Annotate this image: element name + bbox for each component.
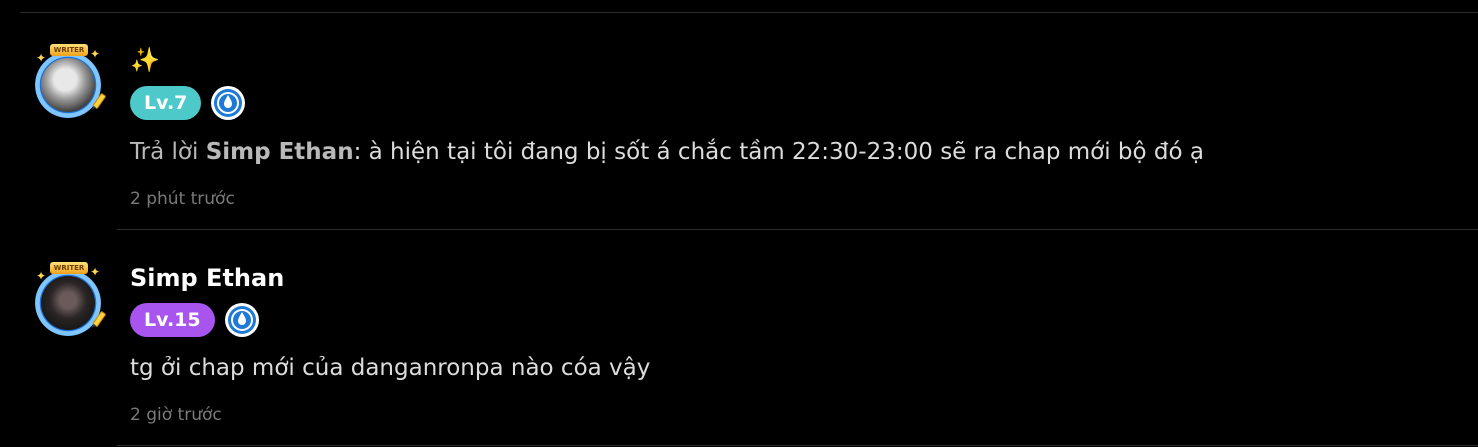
- star-icon: ✦: [90, 47, 101, 61]
- comment-body: à hiện tại tôi đang bị sốt á chắc tầm 22…: [361, 139, 1204, 165]
- comment-divider: [117, 445, 1478, 446]
- badge-row: Lv.15: [130, 302, 259, 338]
- reply-prefix: Trả lời: [130, 139, 199, 165]
- avatar-image: [41, 58, 95, 112]
- comment-timestamp: 2 phút trước: [130, 189, 235, 209]
- droplet-rank-icon: [211, 86, 246, 120]
- avatar[interactable]: WRITER ✦ ✦: [32, 44, 106, 118]
- avatar-frame-crown: WRITER: [50, 262, 88, 274]
- level-badge: Lv.7: [130, 86, 202, 120]
- star-icon: ✦: [36, 269, 47, 283]
- level-badge: Lv.15: [130, 303, 215, 337]
- badge-row: Lv.7: [130, 85, 246, 121]
- droplet-rank-icon: [224, 303, 259, 337]
- comment-text: tg ởi chap mới của danganronpa nào cóa v…: [130, 355, 651, 381]
- reply-mention-link[interactable]: Simp Ethan: [206, 139, 354, 165]
- comment-text: Trả lời Simp Ethan: à hiện tại tôi đang …: [130, 139, 1204, 165]
- comment-divider: [117, 229, 1478, 230]
- comment-username[interactable]: Simp Ethan: [130, 264, 284, 292]
- comment-username[interactable]: ✨: [130, 46, 160, 74]
- pen-icon: [91, 93, 106, 110]
- avatar[interactable]: WRITER ✦ ✦: [32, 262, 106, 336]
- avatar-frame-crown: WRITER: [50, 44, 88, 56]
- avatar-image: [41, 276, 95, 330]
- top-divider: [20, 12, 1478, 13]
- comment-timestamp: 2 giờ trước: [130, 405, 222, 425]
- star-icon: ✦: [36, 51, 47, 65]
- pen-icon: [91, 311, 106, 328]
- star-icon: ✦: [90, 265, 101, 279]
